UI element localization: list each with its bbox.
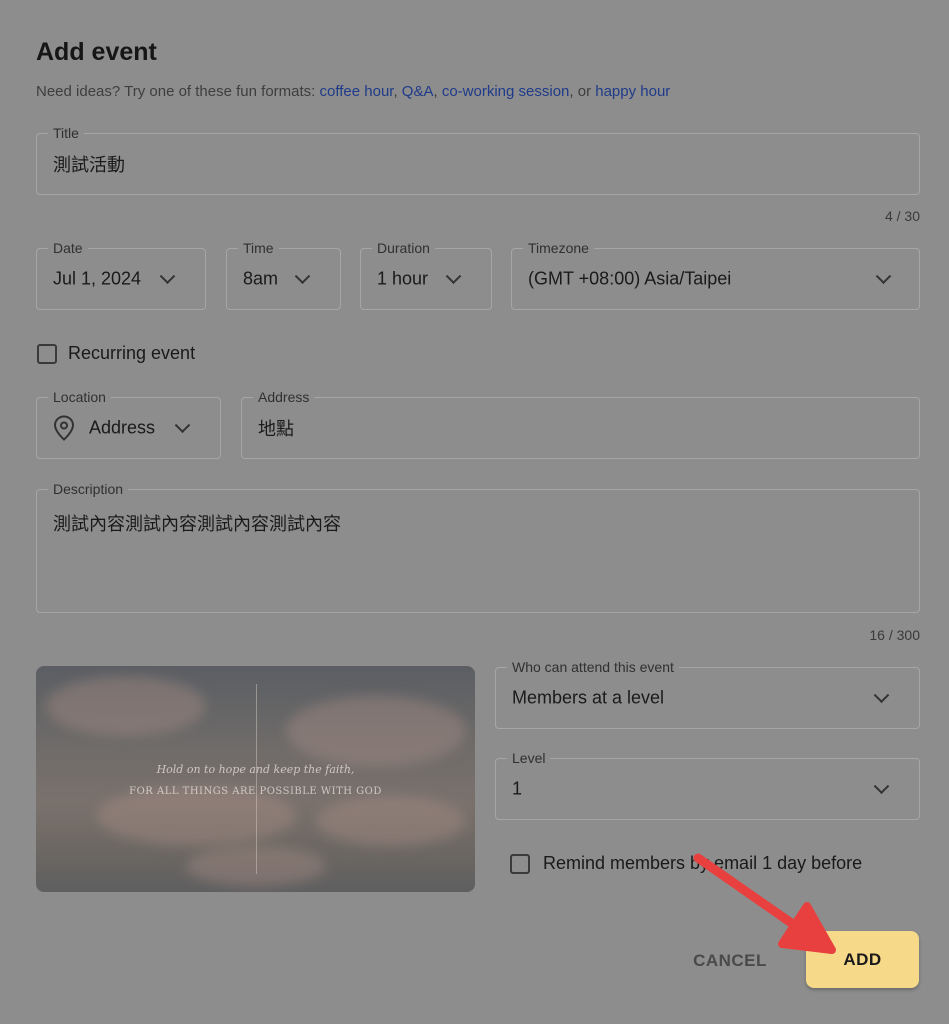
address-field[interactable]: Address 地點	[241, 388, 920, 459]
recurring-event-label[interactable]: Recurring event	[68, 343, 195, 364]
level-label: Level	[507, 749, 551, 767]
co-working-session-link[interactable]: co-working session	[442, 83, 570, 100]
chevron-down-icon	[174, 417, 191, 434]
attendance-select[interactable]: Who can attend this event Members at a l…	[495, 658, 920, 729]
add-button[interactable]: ADD	[806, 931, 919, 988]
title-label: Title	[48, 124, 84, 142]
chevron-down-icon	[875, 268, 892, 285]
cloud-shape	[286, 696, 466, 766]
description-field[interactable]: Description 測試內容測試內容測試內容測試內容	[36, 480, 920, 613]
ideas-separator: ,	[393, 83, 402, 100]
title-field[interactable]: Title 測試活動	[36, 124, 920, 195]
title-value: 測試活動	[53, 155, 125, 175]
chevron-down-icon	[873, 778, 890, 795]
title-char-counter: 4 / 30	[884, 208, 920, 224]
level-select[interactable]: Level 1	[495, 749, 920, 820]
ideas-text: Need ideas? Try one of these fun formats…	[36, 83, 670, 100]
chevron-down-icon	[445, 268, 462, 285]
location-value: Address	[89, 417, 156, 438]
cloud-shape	[316, 796, 466, 846]
ideas-separator: , or	[569, 83, 596, 100]
time-value: 8am	[243, 268, 279, 289]
description-char-counter: 16 / 300	[869, 627, 920, 643]
cloud-shape	[46, 676, 206, 736]
description-value: 測試內容測試內容測試內容測試內容	[53, 514, 341, 534]
happy-hour-link[interactable]: happy hour	[595, 83, 670, 100]
coffee-hour-link[interactable]: coffee hour	[320, 83, 394, 100]
qa-link[interactable]: Q&A	[402, 83, 434, 100]
description-label: Description	[48, 480, 129, 498]
level-value: 1	[512, 778, 523, 799]
cancel-button[interactable]: CANCEL	[680, 940, 780, 982]
duration-value: 1 hour	[377, 268, 429, 289]
ideas-prefix: Need ideas? Try one of these fun formats…	[36, 83, 320, 100]
chevron-down-icon	[294, 268, 311, 285]
remind-members-checkbox[interactable]	[510, 854, 530, 874]
date-label: Date	[48, 239, 88, 257]
chevron-down-icon	[873, 687, 890, 704]
location-select[interactable]: Location Address	[36, 388, 221, 459]
date-select[interactable]: Date Jul 1, 2024	[36, 239, 206, 310]
dialog-title: Add event	[36, 38, 157, 66]
ideas-separator: ,	[433, 83, 442, 100]
attendance-label: Who can attend this event	[507, 658, 679, 676]
add-event-dialog: Add event Need ideas? Try one of these f…	[0, 0, 949, 1024]
duration-select[interactable]: Duration 1 hour	[360, 239, 492, 310]
timezone-label: Timezone	[523, 239, 594, 257]
time-select[interactable]: Time 8am	[226, 239, 341, 310]
time-label: Time	[238, 239, 279, 257]
attendance-value: Members at a level	[512, 687, 665, 708]
remind-members-label[interactable]: Remind members by email 1 day before	[543, 853, 862, 874]
image-quote-line1: Hold on to hope and keep the faith,	[156, 763, 355, 776]
image-divider-line	[256, 684, 257, 874]
image-quote-line2: FOR ALL THINGS ARE POSSIBLE WITH GOD	[129, 786, 382, 797]
chevron-down-icon	[159, 268, 176, 285]
timezone-value: (GMT +08:00) Asia/Taipei	[528, 268, 732, 289]
date-value: Jul 1, 2024	[53, 268, 142, 289]
address-label: Address	[253, 388, 315, 406]
recurring-event-checkbox[interactable]	[37, 344, 57, 364]
duration-label: Duration	[372, 239, 435, 257]
location-pin-icon	[53, 415, 75, 441]
address-value: 地點	[258, 419, 294, 439]
location-label: Location	[48, 388, 111, 406]
timezone-select[interactable]: Timezone (GMT +08:00) Asia/Taipei	[511, 239, 920, 310]
event-cover-image[interactable]: Hold on to hope and keep the faith, FOR …	[36, 666, 475, 892]
